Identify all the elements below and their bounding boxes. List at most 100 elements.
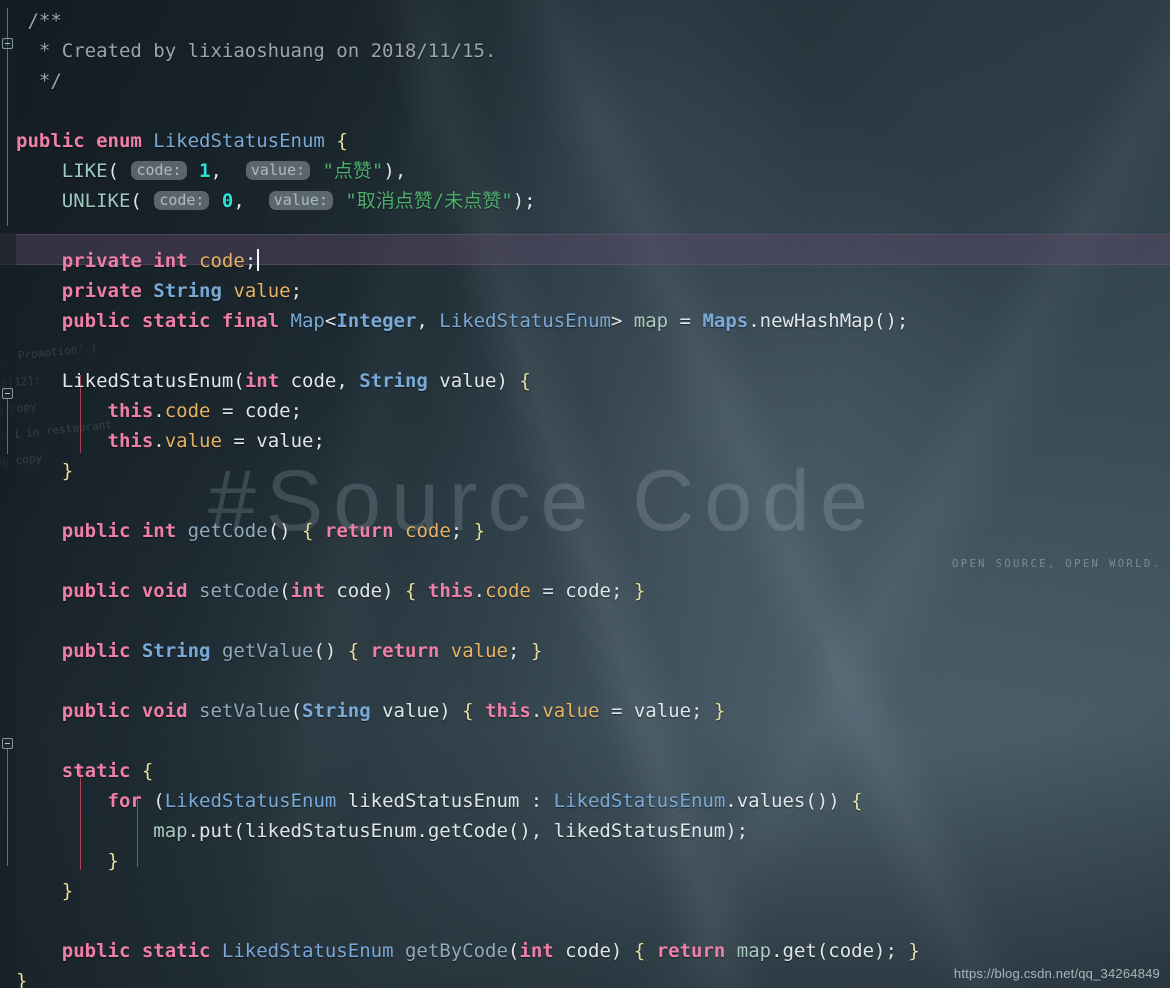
code-token: int (244, 370, 280, 392)
code-token: "点赞" (322, 160, 384, 182)
code-line[interactable]: public String getValue() { return value;… (0, 636, 1170, 666)
code-token: { (347, 640, 360, 662)
code-token: UNLIKE (61, 190, 131, 212)
code-line[interactable]: public static LikedStatusEnum getByCode(… (0, 936, 1170, 966)
code-content[interactable]: /** * Created by lixiaoshuang on 2018/11… (0, 0, 1170, 988)
code-token: public void (61, 580, 200, 602)
code-token: . (153, 400, 165, 422)
code-token: () (313, 640, 348, 662)
code-editor[interactable]: ker', 'Promotion' ) map[12]; ng a copy f… (0, 0, 1170, 988)
code-line[interactable]: this.value = value; (0, 426, 1170, 456)
code-token: ) (383, 160, 395, 182)
code-token: LikedStatusEnum (439, 310, 611, 332)
code-token: value) (427, 370, 520, 392)
code-token: = code; (210, 400, 303, 422)
inlay-parameter-hint: value: (245, 161, 311, 180)
code-token: Map (290, 310, 325, 332)
code-line[interactable]: } (0, 456, 1170, 486)
code-line[interactable]: for (LikedStatusEnum likedStatusEnum : L… (0, 786, 1170, 816)
code-line[interactable]: private String value; (0, 276, 1170, 306)
code-line[interactable] (0, 216, 1170, 246)
code-line[interactable]: LIKE( code: 1, value: "点赞"), (0, 156, 1170, 186)
code-line[interactable]: public static final Map<Integer, LikedSt… (0, 306, 1170, 336)
code-token: 1 (199, 160, 211, 182)
code-token: . (153, 430, 165, 452)
code-line[interactable]: private int code; (0, 246, 1170, 276)
code-token: LikedStatusEnum (221, 940, 394, 962)
code-token: String (141, 640, 211, 662)
code-token: map (633, 310, 669, 332)
code-token: } (473, 520, 486, 542)
code-token: ( (507, 940, 520, 962)
code-line[interactable]: public void setValue(String value) { thi… (0, 696, 1170, 726)
code-token: code (164, 400, 211, 422)
code-line[interactable] (0, 726, 1170, 756)
code-line[interactable] (0, 606, 1170, 636)
code-line[interactable]: static { (0, 756, 1170, 786)
code-line[interactable]: } (0, 846, 1170, 876)
code-line[interactable] (0, 546, 1170, 576)
code-token: , (233, 190, 245, 212)
code-token: return (656, 940, 726, 962)
code-line[interactable]: public int getCode() { return code; } (0, 516, 1170, 546)
code-token: public static final (61, 310, 291, 332)
code-token: } (61, 460, 74, 482)
code-token: } (713, 700, 726, 722)
code-line[interactable]: * Created by lixiaoshuang on 2018/11/15. (0, 36, 1170, 66)
code-token: code, (279, 370, 360, 392)
code-token: .get(code); (771, 940, 909, 962)
code-token: { (462, 700, 474, 722)
code-token: value (450, 640, 508, 662)
code-token: } (633, 580, 646, 602)
code-line[interactable]: */ (0, 66, 1170, 96)
code-line[interactable]: } (0, 876, 1170, 906)
code-token: this (427, 580, 474, 602)
code-line[interactable]: LikedStatusEnum(int code, String value) … (0, 366, 1170, 396)
code-line[interactable]: UNLIKE( code: 0, value: "取消点赞/未点赞"); (0, 186, 1170, 216)
code-token: value) (370, 700, 463, 722)
code-line[interactable] (0, 336, 1170, 366)
text-caret (257, 249, 260, 271)
code-line[interactable]: public enum LikedStatusEnum { (0, 126, 1170, 156)
code-token: ; (450, 520, 474, 542)
code-line[interactable] (0, 96, 1170, 126)
code-token: map (736, 940, 772, 962)
code-token: { (633, 940, 646, 962)
code-token: { (141, 760, 154, 782)
code-token: Integer (336, 310, 417, 332)
code-token: public static (61, 940, 222, 962)
code-token: this (485, 700, 531, 722)
code-line[interactable]: public void setCode(int code) { this.cod… (0, 576, 1170, 606)
code-line[interactable]: map.put(likedStatusEnum.getCode(), liked… (0, 816, 1170, 846)
code-token: ( (141, 790, 165, 812)
code-token: code (405, 520, 451, 542)
code-line[interactable] (0, 486, 1170, 516)
code-token: int (519, 940, 554, 962)
code-token: setValue (199, 700, 291, 722)
code-token: = value; (221, 430, 325, 452)
code-line[interactable]: /** (0, 6, 1170, 36)
code-token: } (61, 880, 74, 902)
code-line[interactable]: this.code = code; (0, 396, 1170, 426)
code-token: LikedStatusEnum (61, 370, 234, 392)
code-token: getValue (221, 640, 314, 662)
code-line[interactable] (0, 906, 1170, 936)
code-token: , (394, 160, 407, 182)
code-line[interactable] (0, 666, 1170, 696)
code-token: LikedStatusEnum (164, 790, 337, 812)
code-token: value (542, 700, 600, 722)
